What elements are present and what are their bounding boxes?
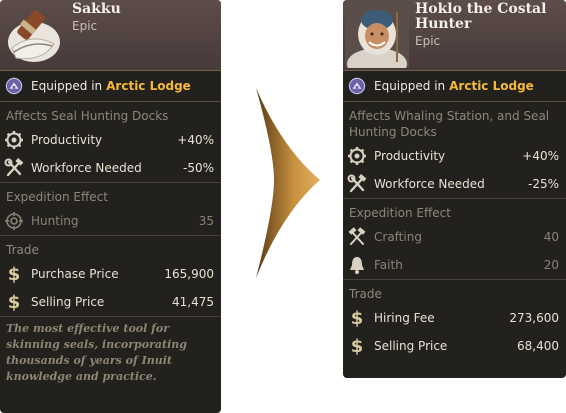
affects-text: Affects Whaling Station, and Seal Huntin… [349, 109, 550, 139]
trade-row: Selling Price 68,400 [343, 332, 566, 360]
item-rarity: Epic [415, 34, 441, 48]
trade-title: Trade [349, 287, 382, 301]
equipped-building: Arctic Lodge [106, 79, 191, 93]
item-tooltip-sakku: Sakku Epic Equipped in Arctic Lodge Affe… [0, 0, 221, 413]
sakku-tool-icon [8, 10, 60, 62]
equipped-in-label: Equipped in [31, 79, 103, 93]
stat-label: Productivity [31, 133, 103, 147]
expedition-value: 20 [543, 258, 559, 272]
trade-label: Hiring Fee [374, 311, 435, 325]
trade-value: 165,900 [164, 267, 214, 281]
trade-title: Trade [6, 243, 39, 257]
trade-label: Selling Price [374, 339, 448, 353]
stat-row: Workforce Needed -50% [0, 154, 221, 182]
bell-icon [347, 255, 367, 275]
expedition-row: Faith 20 [343, 251, 566, 279]
expedition-row: Hunting 35 [0, 207, 221, 235]
equipped-in-row: Equipped in Arctic Lodge [343, 71, 566, 102]
item-tooltip-hoklo: Hoklo the Costal Hunter Epic Equipped in… [343, 0, 566, 378]
hunter-portrait-icon [345, 2, 409, 68]
item-title: Hoklo the Costal Hunter [415, 1, 547, 32]
hammer-wrench-icon [4, 158, 24, 178]
equipped-building: Arctic Lodge [449, 79, 534, 93]
trade-value: 68,400 [517, 339, 559, 353]
productivity-gear-icon [4, 130, 24, 150]
stat-row: Workforce Needed -25% [343, 170, 566, 198]
expedition-label: Crafting [374, 230, 422, 244]
item-title: Sakku [72, 1, 121, 17]
stat-row: Productivity +40% [0, 126, 221, 154]
arctic-lodge-icon [348, 77, 366, 95]
hammer-wrench-icon [347, 174, 367, 194]
tooltip-header: Sakku Epic [0, 0, 221, 71]
trade-value: 41,475 [172, 295, 214, 309]
trade-label: Purchase Price [31, 267, 119, 281]
stat-value: -25% [527, 177, 559, 191]
productivity-gear-icon [347, 146, 367, 166]
stat-value: +40% [177, 133, 214, 147]
trade-row: Purchase Price 165,900 [0, 260, 221, 288]
trade-row: Selling Price 41,475 [0, 288, 221, 316]
expedition-label: Hunting [31, 214, 79, 228]
expedition-section: Expedition Effect Hunting 35 [0, 183, 221, 236]
stat-label: Productivity [374, 149, 446, 163]
expedition-title: Expedition Effect [349, 206, 451, 220]
stat-value: -50% [182, 161, 214, 175]
effects-section: Affects Whaling Station, and Seal Huntin… [343, 102, 566, 199]
affects-text: Affects Seal Hunting Docks [6, 109, 169, 123]
equipped-in-label: Equipped in [374, 79, 446, 93]
flavor-text: The most effective tool for skinning sea… [6, 322, 187, 383]
arctic-lodge-icon [5, 77, 23, 95]
expedition-title: Expedition Effect [6, 190, 108, 204]
dollar-icon [4, 264, 24, 284]
effects-section: Affects Seal Hunting Docks Productivity … [0, 102, 221, 183]
stat-label: Workforce Needed [31, 161, 142, 175]
dollar-icon [4, 292, 24, 312]
expedition-label: Faith [374, 258, 403, 272]
crossed-hammers-icon [347, 227, 367, 247]
dollar-icon [347, 308, 367, 328]
trade-value: 273,600 [509, 311, 559, 325]
trade-label: Selling Price [31, 295, 105, 309]
dollar-icon [347, 336, 367, 356]
expedition-value: 40 [543, 230, 559, 244]
arrow-right-icon [256, 88, 320, 278]
expedition-section: Expedition Effect Crafting 40 Faith 20 [343, 199, 566, 280]
trade-section: Trade Purchase Price 165,900 Selling Pri… [0, 236, 221, 317]
trade-row: Hiring Fee 273,600 [343, 304, 566, 332]
tooltip-header: Hoklo the Costal Hunter Epic [343, 0, 566, 71]
item-rarity: Epic [72, 19, 98, 33]
equipped-in-row: Equipped in Arctic Lodge [0, 71, 221, 102]
expedition-row: Crafting 40 [343, 223, 566, 251]
stat-value: +40% [522, 149, 559, 163]
stat-row: Productivity +40% [343, 142, 566, 170]
crosshair-icon [4, 211, 24, 231]
expedition-value: 35 [198, 214, 214, 228]
trade-section: Trade Hiring Fee 273,600 Selling Price 6… [343, 280, 566, 360]
stat-label: Workforce Needed [374, 177, 485, 191]
